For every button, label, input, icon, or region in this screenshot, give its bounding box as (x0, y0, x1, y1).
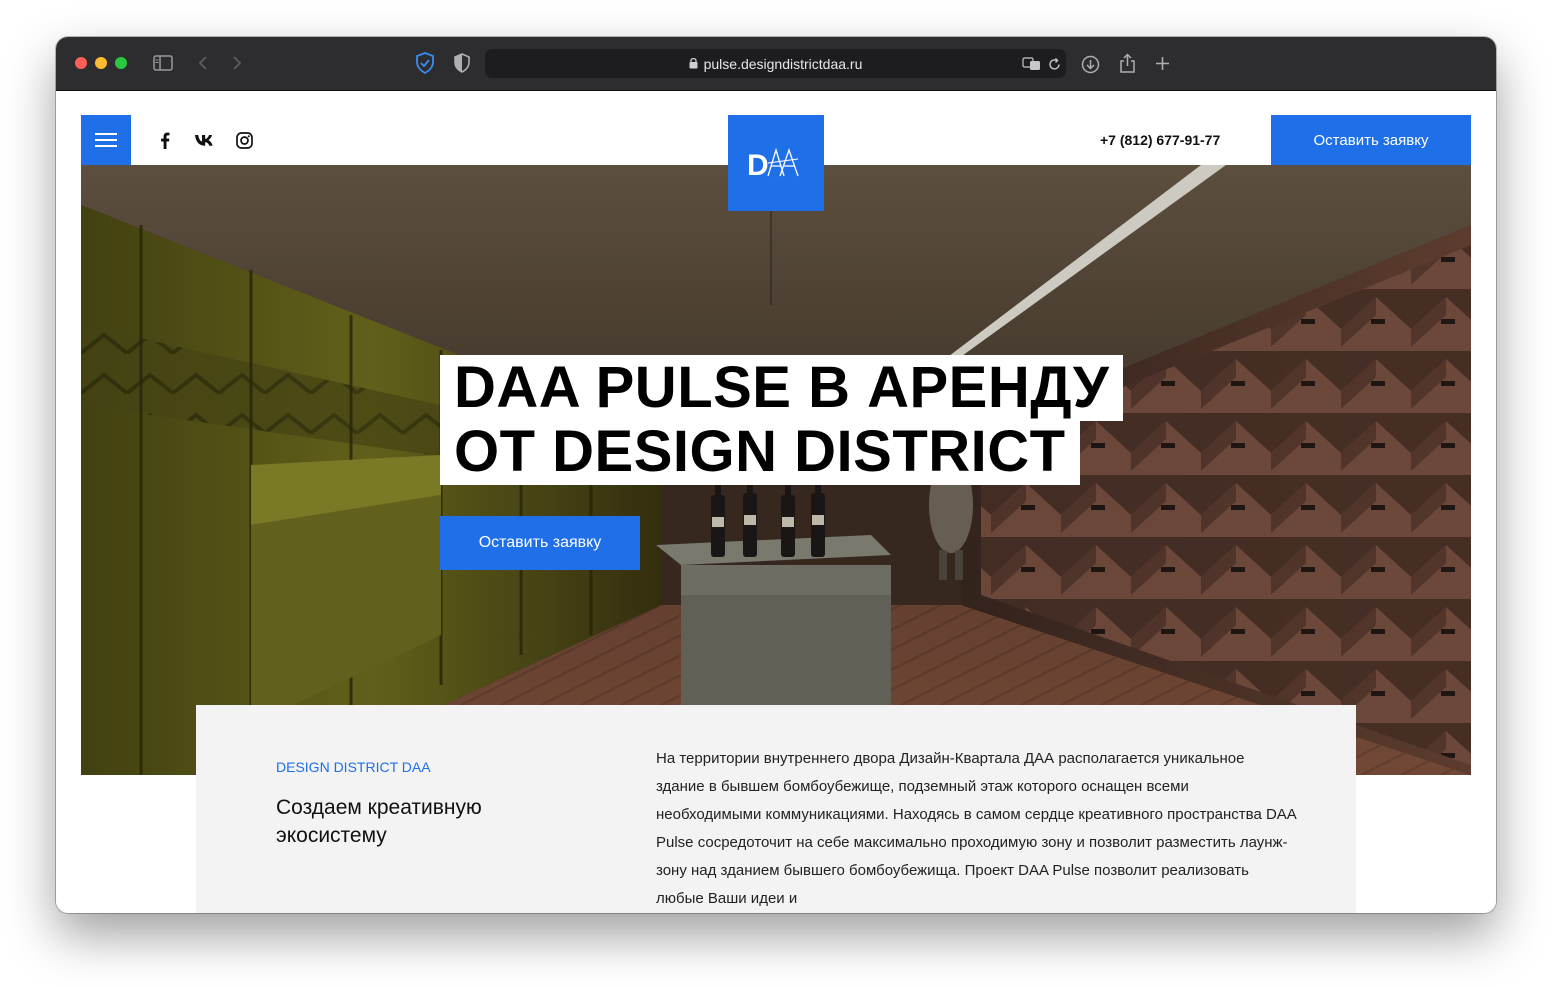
site-logo[interactable]: D (728, 115, 824, 211)
sidebar-toggle-icon[interactable] (152, 53, 174, 73)
minimize-window-button[interactable] (95, 57, 107, 69)
back-icon[interactable] (194, 53, 212, 73)
forward-icon[interactable] (228, 53, 246, 73)
svg-text:D: D (747, 149, 769, 181)
about-section: DESIGN DISTRICT DAA Создаем креативную э… (196, 705, 1356, 913)
about-text: На территории внутреннего двора Дизайн-К… (656, 750, 1296, 907)
browser-window: pulse.designdistrictdaa.ru D +7 (812) 67… (56, 37, 1496, 913)
hero-section: DAA PULSE В АРЕНДУ ОТ DESIGN DISTRICT Ос… (81, 165, 1471, 775)
translate-icon[interactable] (1022, 55, 1042, 73)
close-window-button[interactable] (75, 57, 87, 69)
reload-icon[interactable] (1046, 55, 1062, 73)
phone-number[interactable]: +7 (812) 677-91-77 (1100, 132, 1220, 148)
page-content: D +7 (812) 677-91-77 Оставить заявку DAA… (56, 91, 1496, 913)
maximize-window-button[interactable] (115, 57, 127, 69)
instagram-icon[interactable] (236, 129, 253, 151)
privacy-shield-icon[interactable] (451, 52, 473, 74)
about-title: Создаем креативную экосистему (276, 796, 482, 847)
vk-icon[interactable] (194, 129, 216, 151)
hero-title-line-1: DAA PULSE В АРЕНДУ (440, 355, 1124, 421)
shield-check-icon[interactable] (414, 52, 436, 74)
share-icon[interactable] (1116, 51, 1138, 75)
facebook-icon[interactable] (160, 129, 170, 151)
menu-button[interactable] (81, 115, 131, 165)
url-text: pulse.designdistrictdaa.ru (703, 55, 863, 72)
downloads-icon[interactable] (1079, 53, 1101, 75)
address-bar[interactable]: pulse.designdistrictdaa.ru (485, 49, 1066, 78)
hero-title-line-2: ОТ DESIGN DISTRICT (440, 419, 1080, 485)
about-kicker: DESIGN DISTRICT DAA (276, 759, 431, 775)
new-tab-icon[interactable] (1152, 53, 1172, 73)
lock-icon (689, 56, 698, 72)
hero-request-button[interactable]: Оставить заявку (440, 516, 640, 570)
header-request-button[interactable]: Оставить заявку (1271, 115, 1471, 165)
browser-toolbar: pulse.designdistrictdaa.ru (56, 37, 1496, 91)
